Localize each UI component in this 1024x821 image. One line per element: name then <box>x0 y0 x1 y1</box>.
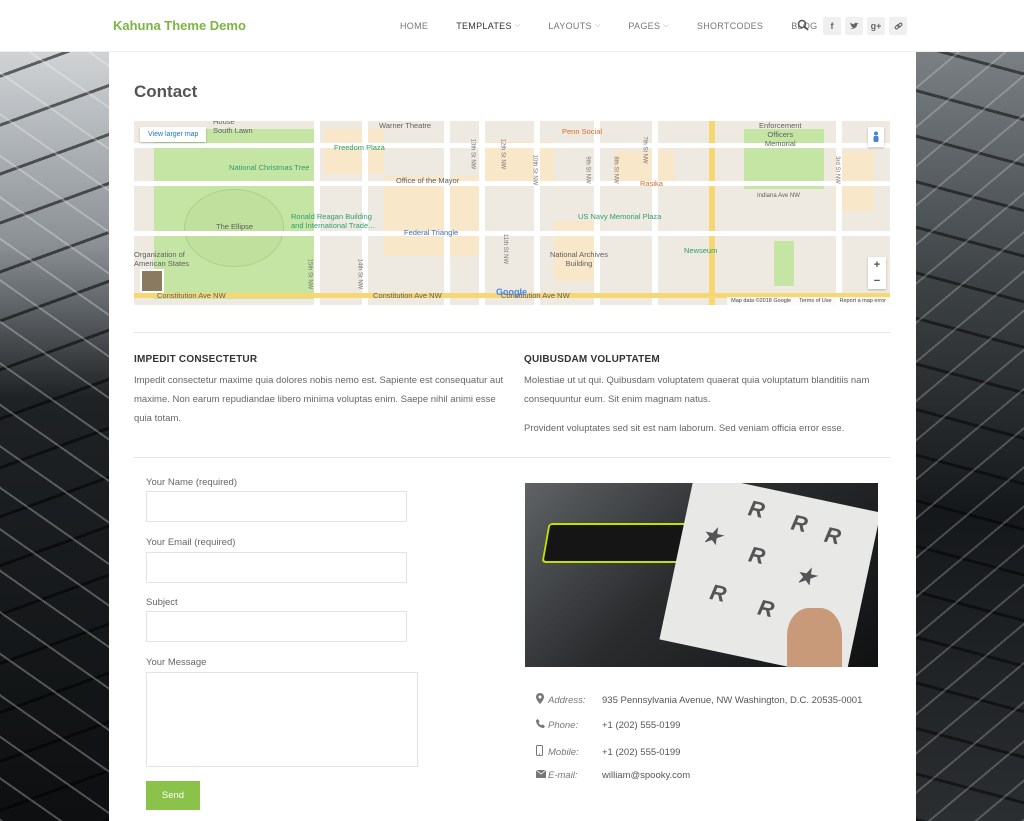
report-link[interactable]: Report a map error <box>840 298 886 304</box>
email-value[interactable]: william@spooky.com <box>602 770 690 781</box>
nav-home[interactable]: HOME <box>400 21 428 31</box>
map-label: US Navy Memorial Plaza <box>578 212 662 221</box>
map-label: Federal Triangle <box>404 228 459 237</box>
street-view-icon[interactable] <box>868 127 884 147</box>
google-plus-icon[interactable]: g+ <box>867 17 885 35</box>
map-label: Office of the Mayor <box>396 176 460 185</box>
email-field[interactable] <box>146 552 407 583</box>
send-button[interactable]: Send <box>146 781 200 810</box>
subject-field[interactable] <box>146 611 407 642</box>
google-map[interactable]: View larger map House South Lawn Warner T… <box>134 121 890 305</box>
view-larger-map-link[interactable]: View larger map <box>140 127 207 142</box>
street-view-thumbnail[interactable] <box>140 269 164 293</box>
map-zoom-controls: + − <box>868 257 886 289</box>
right-paragraph-1: Molestiae ut ut qui. Quibusdam voluptate… <box>524 375 870 405</box>
photo-phone <box>541 523 699 563</box>
left-column: IMPEDIT CONSECTETUR Impedit consectetur … <box>134 354 504 438</box>
map-label: Warner Theatre <box>379 121 432 130</box>
map-label: National Christmas Tree <box>229 163 310 172</box>
google-logo: Google <box>496 287 527 297</box>
envelope-icon <box>535 769 548 781</box>
map-label: National Archives Building <box>550 250 608 268</box>
content-panel: Contact View larger map House South Lawn … <box>109 52 916 821</box>
page-title: Contact <box>134 82 198 101</box>
phone-icon <box>536 719 548 731</box>
site-header: Kahuna Theme Demo HOME TEMPLATES ⌵ LAYOUT… <box>0 0 1024 52</box>
map-label: Constitution Ave NW <box>373 291 442 300</box>
map-label: Constitution Ave NW <box>157 291 226 300</box>
divider <box>134 457 890 458</box>
facebook-icon[interactable]: f <box>823 17 841 35</box>
phone-row: Phone: +1 (202) 555-0199 <box>536 719 680 731</box>
search-icon[interactable] <box>797 19 809 31</box>
map-marker-icon <box>536 693 548 707</box>
map-label: Newseum <box>684 246 718 255</box>
nav-layouts[interactable]: LAYOUTS ⌵ <box>548 21 600 31</box>
nav-templates[interactable]: TEMPLATES ⌵ <box>456 21 520 31</box>
sketch-photo: R R R ★ R ★ R R R <box>525 483 878 667</box>
map-label: Freedom Plaza <box>334 143 385 152</box>
mobile-row: Mobile: +1 (202) 555-0199 <box>536 745 680 759</box>
map-label: House South Lawn <box>213 121 253 135</box>
left-heading: IMPEDIT CONSECTETUR <box>134 354 258 365</box>
divider <box>134 332 890 333</box>
map-footer: Map data ©2018 Google Terms of Use Repor… <box>727 297 890 305</box>
mobile-value[interactable]: +1 (202) 555-0199 <box>602 747 680 758</box>
right-heading: QUIBUSDAM VOLUPTATEM <box>524 354 660 365</box>
email-label: Your Email (required) <box>146 537 236 548</box>
link-icon[interactable] <box>889 17 907 35</box>
message-label: Your Message <box>146 657 207 668</box>
zoom-in-button[interactable]: + <box>868 257 886 273</box>
phone-value[interactable]: +1 (202) 555-0199 <box>602 720 680 731</box>
photo-hand <box>787 608 842 667</box>
terms-link[interactable]: Terms of Use <box>799 298 831 304</box>
twitter-icon[interactable] <box>845 17 863 35</box>
address-value: 935 Pennsylvania Avenue, NW Washington, … <box>602 694 863 706</box>
subject-label: Subject <box>146 597 178 608</box>
nav-shortcodes[interactable]: SHORTCODES <box>697 21 763 31</box>
main-nav: HOME TEMPLATES ⌵ LAYOUTS ⌵ PAGES ⌵ SHORTCOD… <box>400 0 845 52</box>
map-label: Enforcement Officers Memorial <box>759 121 802 148</box>
message-textarea[interactable] <box>146 672 418 767</box>
map-label: Indiana Ave NW <box>757 193 800 199</box>
nav-pages[interactable]: PAGES ⌵ <box>628 21 668 31</box>
address-row: Address: 935 Pennsylvania Avenue, NW Was… <box>536 693 862 707</box>
right-paragraph-2: Provident voluptates sed sit est nam lab… <box>524 423 845 434</box>
site-logo[interactable]: Kahuna Theme Demo <box>113 18 246 33</box>
building-left <box>0 52 110 821</box>
zoom-out-button[interactable]: − <box>868 273 886 289</box>
name-field[interactable] <box>146 491 407 522</box>
name-label: Your Name (required) <box>146 477 237 488</box>
map-label: Organization of American States <box>134 250 190 268</box>
chevron-down-icon: ⌵ <box>663 22 669 29</box>
photo-sketchbook: R R R ★ R ★ R R R <box>659 483 878 667</box>
social-links: f g+ <box>823 17 911 35</box>
map-label: Penn Social <box>562 127 603 136</box>
chevron-down-icon: ⌵ <box>594 22 601 29</box>
chevron-down-icon: ⌵ <box>514 22 521 29</box>
email-row: E-mail: william@spooky.com <box>535 769 690 781</box>
map-label: Rasika <box>640 179 663 188</box>
mobile-icon <box>536 745 548 759</box>
right-column: QUIBUSDAM VOLUPTATEM Molestiae ut ut qui… <box>524 354 894 448</box>
map-label: The Ellipse <box>216 222 254 231</box>
building-right <box>916 52 1024 821</box>
map-label: Ronald Reagan Building and International … <box>291 212 375 230</box>
left-paragraph: Impedit consectetur maxime quia dolores … <box>134 375 504 424</box>
